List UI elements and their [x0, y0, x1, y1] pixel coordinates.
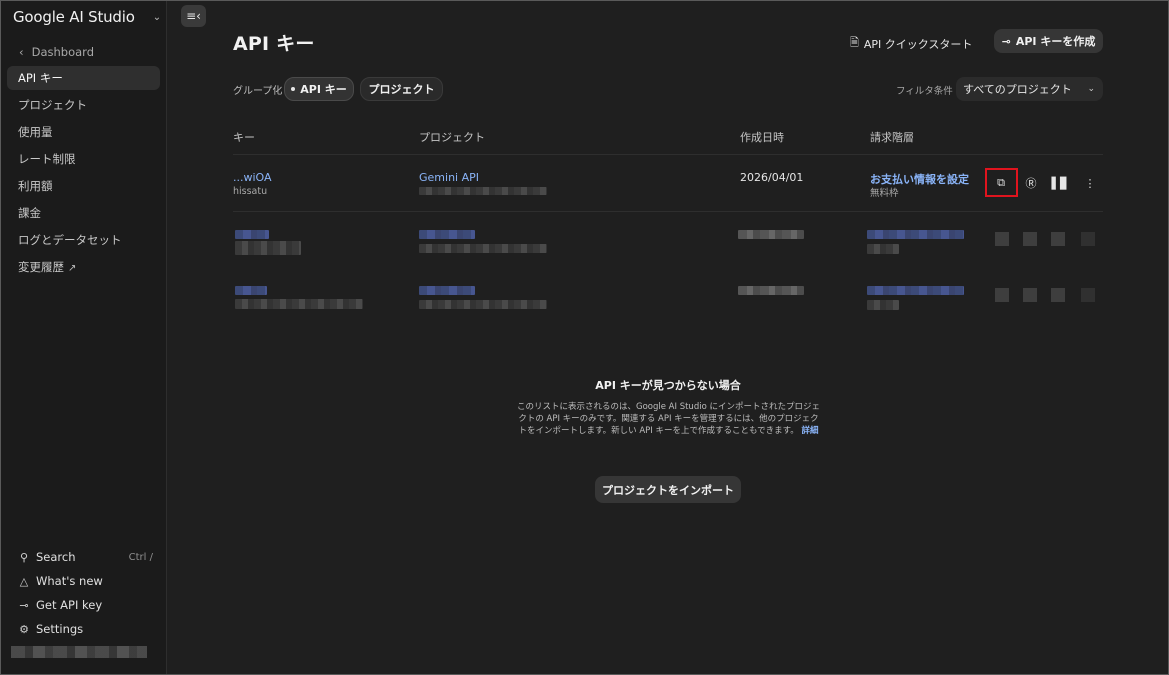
get-api-key-nav-item[interactable]: ⊸ Get API key — [18, 593, 153, 617]
redacted-tier — [867, 286, 964, 295]
create-api-key-button[interactable]: ⊸ API キーを作成 — [994, 29, 1103, 53]
key-icon: ⊸ — [1001, 34, 1011, 48]
api-key-link[interactable]: ...wiOA — [233, 171, 272, 184]
tier-label: 無料枠 — [870, 188, 899, 199]
search-shortcut: Ctrl / — [128, 551, 153, 563]
redacted-action — [995, 288, 1009, 302]
search-icon: ⚲ — [19, 550, 29, 564]
billing-button[interactable]: Ⓡ — [1022, 174, 1040, 192]
dollar-circle-icon: Ⓡ — [1025, 177, 1037, 190]
copy-button-highlight — [985, 168, 1018, 197]
chip-label: API キー — [300, 83, 347, 96]
redacted-action — [1051, 232, 1065, 246]
brand-name: Google AI Studio — [13, 8, 135, 26]
api-key-name: hissatu — [233, 186, 268, 197]
sidebar-item-rate-limits[interactable]: レート制限 — [7, 147, 160, 171]
sidebar-item-projects[interactable]: プロジェクト — [7, 93, 160, 117]
redacted-action — [1023, 288, 1037, 302]
chip-label: プロジェクト — [368, 83, 435, 96]
chevron-down-icon: ⌄ — [1087, 84, 1095, 94]
search-label: Search — [36, 550, 76, 564]
empty-state-text: このリストに表示されるのは、Google AI Studio にインポートされた… — [517, 402, 820, 436]
group-by-label: グループ化 — [233, 86, 283, 97]
more-options-button[interactable]: ⋮ — [1081, 174, 1099, 192]
sidebar: Google AI Studio ⌄ ‹ Dashboard API キー プロ… — [1, 1, 167, 674]
redacted-project — [419, 230, 475, 239]
row-divider — [233, 211, 1103, 212]
redacted-key-name — [235, 299, 363, 309]
chevron-left-icon: ‹ — [19, 45, 24, 59]
document-icon: 🗎 — [850, 36, 859, 49]
project-link[interactable]: Gemini API — [419, 171, 479, 184]
external-link-icon: ↗ — [68, 263, 77, 274]
sidebar-item-spend[interactable]: 利用額 — [7, 174, 160, 198]
redacted-tier-sub — [867, 244, 899, 254]
column-header-tier: 請求階層 — [870, 131, 914, 144]
redacted-action — [1051, 288, 1065, 302]
import-project-button[interactable]: プロジェクトをインポート — [595, 476, 741, 503]
back-to-dashboard[interactable]: ‹ Dashboard — [19, 45, 94, 59]
redacted-action — [1081, 232, 1095, 246]
redacted-action — [995, 232, 1009, 246]
sidebar-item-logs[interactable]: ログとデータセット — [7, 228, 160, 252]
settings-label: Settings — [36, 622, 84, 636]
search-nav-item[interactable]: ⚲ Search Ctrl / — [18, 545, 153, 569]
page-title: API キー — [233, 33, 315, 55]
redacted-date — [738, 230, 804, 239]
usage-chart-button[interactable]: ▌▊ — [1051, 174, 1069, 192]
sidebar-bottom-nav: ⚲ Search Ctrl / △ What's new ⊸ Get API k… — [18, 545, 153, 641]
whats-new-label: What's new — [36, 574, 103, 588]
empty-state-title: API キーが見つからない場合 — [595, 379, 741, 392]
collapse-sidebar-button[interactable]: ≡‹ — [181, 5, 206, 27]
dashboard-label: Dashboard — [31, 45, 95, 59]
chevron-down-icon: ⌄ — [152, 11, 161, 23]
redacted-key — [235, 230, 269, 239]
redacted-project-id — [419, 300, 547, 309]
redacted-tier-sub — [867, 300, 899, 310]
column-header-key: キー — [233, 131, 255, 144]
collapse-sidebar-icon: ≡‹ — [186, 9, 201, 23]
selected-dot-icon — [291, 87, 296, 91]
bar-chart-icon: ▌▊ — [1051, 176, 1069, 190]
sidebar-item-api-keys[interactable]: API キー — [7, 66, 160, 90]
filter-value: すべてのプロジェクト — [963, 83, 1072, 96]
changelog-label: 変更履歴 — [18, 260, 64, 274]
key-icon: ⊸ — [19, 598, 29, 612]
redacted-action — [1023, 232, 1037, 246]
get-api-key-label: Get API key — [36, 598, 103, 612]
redacted-project — [419, 286, 475, 295]
redacted-key — [235, 286, 267, 295]
sidebar-item-changelog[interactable]: 変更履歴 ↗ — [7, 255, 160, 279]
brand-switcher[interactable]: Google AI Studio ⌄ — [13, 7, 161, 27]
empty-state-description: このリストに表示されるのは、Google AI Studio にインポートされた… — [516, 401, 821, 437]
redacted-date — [738, 286, 804, 295]
project-id-redacted — [419, 187, 547, 195]
column-header-project: プロジェクト — [419, 131, 485, 144]
project-filter-select[interactable]: すべてのプロジェクト ⌄ — [956, 77, 1103, 101]
more-vert-icon: ⋮ — [1084, 176, 1096, 190]
group-by-projects-chip[interactable]: プロジェクト — [360, 77, 443, 101]
quickstart-link[interactable]: 🗎 API クイックスタート — [850, 34, 972, 53]
sidebar-item-usage[interactable]: 使用量 — [7, 120, 160, 144]
column-header-created: 作成日時 — [740, 131, 784, 144]
redacted-project-id — [419, 244, 547, 253]
sidebar-item-billing[interactable]: 課金 — [7, 201, 160, 225]
account-redacted[interactable] — [11, 646, 147, 658]
redacted-key-name — [235, 241, 301, 255]
sidebar-nav: API キー プロジェクト 使用量 レート制限 利用額 課金 ログとデータセット… — [7, 66, 160, 282]
create-api-key-label: API キーを作成 — [1015, 35, 1096, 48]
learn-more-link[interactable]: 詳細 — [802, 426, 819, 436]
redacted-tier — [867, 230, 964, 239]
group-by-api-keys-chip[interactable]: API キー — [284, 77, 354, 101]
filter-label: フィルタ条件 — [896, 86, 953, 97]
redacted-action — [1081, 288, 1095, 302]
quickstart-label: API クイックスタート — [863, 37, 973, 51]
gear-icon: ⚙ — [19, 622, 29, 636]
bell-icon: △ — [19, 574, 29, 588]
whats-new-nav-item[interactable]: △ What's new — [18, 569, 153, 593]
header-divider — [233, 154, 1103, 155]
settings-nav-item[interactable]: ⚙ Settings — [18, 617, 153, 641]
created-date: 2026/04/01 — [740, 171, 804, 184]
